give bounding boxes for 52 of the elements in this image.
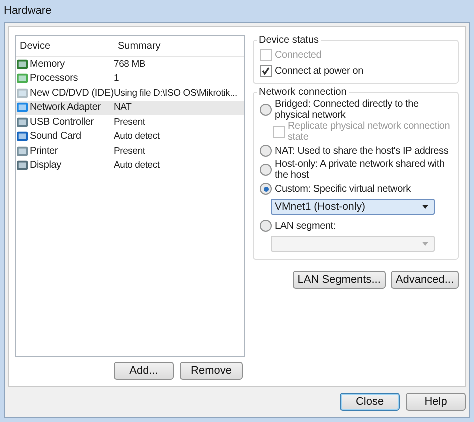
radio-button[interactable] bbox=[260, 145, 272, 157]
device-row[interactable]: Processors 1 bbox=[16, 72, 244, 86]
checkbox-label: Connected bbox=[275, 50, 322, 60]
dialog-button[interactable]: Help bbox=[406, 393, 466, 411]
group-title: Device status bbox=[258, 35, 320, 46]
dialog-button[interactable]: Close bbox=[340, 393, 400, 411]
network-button[interactable]: LAN Segments... bbox=[292, 271, 386, 289]
device-summary: Present bbox=[114, 116, 146, 128]
checkbox-label: Replicate physical network connection state bbox=[288, 121, 452, 143]
device-name: Processors bbox=[30, 73, 78, 84]
device-summary: 1 bbox=[114, 73, 120, 84]
radio-label: NAT: Used to share the host's IP address bbox=[275, 146, 449, 156]
column-header[interactable]: Summary bbox=[114, 40, 161, 52]
column-header[interactable]: Device bbox=[16, 40, 114, 52]
device-name: Network Adapter bbox=[30, 102, 101, 114]
caret-icon bbox=[422, 205, 429, 209]
device-row[interactable]: New CD/DVD (IDE)Using file D:\ISO OS\Mikrotik... bbox=[16, 86, 244, 100]
radio-button[interactable] bbox=[260, 104, 272, 116]
device-summary: Present bbox=[114, 146, 146, 157]
window-title: Hardware bbox=[4, 5, 52, 17]
radio-label: Custom: Specific virtual network bbox=[275, 184, 411, 194]
radio-label: Host-only: A private network shared with the host bbox=[275, 159, 446, 181]
device-summary: NAT bbox=[114, 102, 132, 114]
device-row[interactable]: Printer Present bbox=[16, 144, 244, 158]
device-row[interactable]: USB Controller Present bbox=[16, 115, 244, 130]
device-summary: Auto detect bbox=[114, 160, 160, 172]
network-button[interactable]: Advanced... bbox=[390, 271, 459, 289]
caret-icon bbox=[422, 242, 429, 246]
device-row[interactable]: Display Auto detect bbox=[16, 158, 244, 173]
device-summary: 768 MB bbox=[114, 58, 146, 70]
list-button[interactable]: Add... bbox=[114, 362, 174, 380]
device-name: New CD/DVD (IDE) bbox=[30, 88, 114, 99]
device-name: Printer bbox=[30, 146, 58, 157]
network-dropdown[interactable]: VMnet1 (Host-only) bbox=[271, 199, 435, 215]
device-summary: Auto detect bbox=[114, 131, 160, 142]
radio-button[interactable] bbox=[260, 183, 272, 195]
radio-button[interactable] bbox=[260, 164, 272, 176]
device-name: Sound Card bbox=[30, 131, 82, 142]
device-name: Memory bbox=[30, 58, 65, 70]
group-title: Network connection bbox=[258, 87, 348, 98]
device-row[interactable]: Memory 768 MB bbox=[16, 57, 244, 72]
radio-button[interactable] bbox=[260, 220, 272, 232]
device-name: USB Controller bbox=[30, 116, 94, 128]
list-button[interactable]: Remove bbox=[180, 362, 243, 380]
radio-label: Bridged: Connected directly to the physical network bbox=[275, 99, 420, 121]
device-row[interactable]: Network Adapter NAT bbox=[16, 100, 244, 115]
checkbox-label: Connect at power on bbox=[275, 66, 364, 76]
checkbox[interactable] bbox=[260, 65, 272, 77]
radio-label: LAN segment: bbox=[275, 220, 336, 232]
device-summary: Using file D:\ISO OS\Mikrotik... bbox=[114, 88, 238, 99]
device-row[interactable]: Sound Card Auto detect bbox=[16, 130, 244, 144]
device-name: Display bbox=[30, 160, 62, 172]
